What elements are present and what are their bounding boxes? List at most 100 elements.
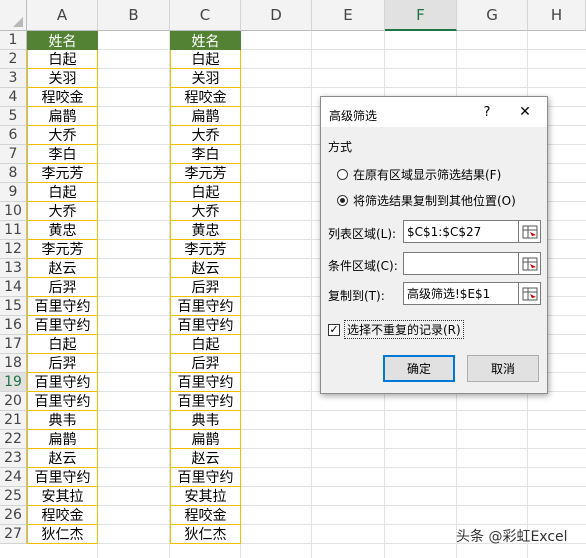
row-header[interactable]: 9 [0, 183, 27, 202]
column-c-cell[interactable]: 白起 [170, 50, 241, 69]
column-a-cell[interactable]: 关羽 [27, 69, 98, 88]
column-c-cell[interactable]: 扁鹊 [170, 107, 241, 126]
column-c-cell[interactable]: 李元芳 [170, 240, 241, 259]
column-a-cell[interactable]: 李白 [27, 145, 98, 164]
row-header[interactable]: 11 [0, 221, 27, 240]
column-c-cell[interactable]: 程咬金 [170, 88, 241, 107]
row-header[interactable]: 7 [0, 145, 27, 164]
column-a-cell[interactable]: 百里守约 [27, 468, 98, 487]
radio-copy-to[interactable] [337, 195, 348, 206]
column-c-cell[interactable]: 白起 [170, 183, 241, 202]
option-filter-in-place[interactable]: 在原有区域显示筛选结果(F) [337, 166, 501, 183]
column-a-cell[interactable]: 后羿 [27, 354, 98, 373]
column-a-cell[interactable]: 扁鹊 [27, 430, 98, 449]
column-c-cell[interactable]: 关羽 [170, 69, 241, 88]
row-header[interactable]: 5 [0, 107, 27, 126]
column-c-cell[interactable]: 百里守约 [170, 297, 241, 316]
column-a-cell[interactable]: 百里守约 [27, 373, 98, 392]
column-a-cell[interactable]: 后羿 [27, 278, 98, 297]
column-header[interactable]: F [385, 0, 457, 31]
unique-records-option[interactable]: ✓ 选择不重复的记录(R) [328, 320, 464, 339]
row-header[interactable]: 12 [0, 240, 27, 259]
column-a-cell[interactable]: 白起 [27, 183, 98, 202]
help-icon[interactable]: ? [477, 102, 497, 122]
option-copy-to-location[interactable]: 将筛选结果复制到其他位置(O) [337, 192, 516, 209]
column-a-cell[interactable]: 李元芳 [27, 240, 98, 259]
column-a-cell[interactable]: 安其拉 [27, 487, 98, 506]
column-c-header-cell[interactable]: 姓名 [170, 31, 241, 50]
select-all-corner[interactable] [0, 0, 27, 31]
row-header[interactable]: 16 [0, 316, 27, 335]
column-a-cell[interactable]: 百里守约 [27, 316, 98, 335]
column-a-cell[interactable]: 百里守约 [27, 392, 98, 411]
row-header[interactable]: 13 [0, 259, 27, 278]
column-c-cell[interactable]: 后羿 [170, 354, 241, 373]
column-c-cell[interactable]: 赵云 [170, 449, 241, 468]
column-c-cell[interactable]: 典韦 [170, 411, 241, 430]
radio-in-place[interactable] [337, 169, 348, 180]
list-range-picker-icon[interactable] [519, 220, 541, 243]
ok-button[interactable]: 确定 [383, 355, 455, 382]
column-c-cell[interactable]: 大乔 [170, 202, 241, 221]
column-a-cell[interactable]: 程咬金 [27, 88, 98, 107]
column-a-cell[interactable]: 扁鹊 [27, 107, 98, 126]
row-header[interactable]: 6 [0, 126, 27, 145]
column-c-cell[interactable]: 百里守约 [170, 373, 241, 392]
row-header[interactable]: 14 [0, 278, 27, 297]
column-a-cell[interactable]: 白起 [27, 50, 98, 69]
row-header[interactable]: 26 [0, 506, 27, 525]
column-a-cell[interactable]: 李元芳 [27, 164, 98, 183]
row-header[interactable]: 8 [0, 164, 27, 183]
row-header[interactable]: 15 [0, 297, 27, 316]
row-header[interactable]: 10 [0, 202, 27, 221]
row-header[interactable]: 17 [0, 335, 27, 354]
column-a-cell[interactable]: 白起 [27, 335, 98, 354]
column-c-cell[interactable]: 后羿 [170, 278, 241, 297]
column-c-cell[interactable]: 赵云 [170, 259, 241, 278]
column-c-cell[interactable]: 安其拉 [170, 487, 241, 506]
criteria-range-picker-icon[interactable] [519, 252, 541, 275]
row-header[interactable]: 2 [0, 50, 27, 69]
column-a-cell[interactable]: 大乔 [27, 202, 98, 221]
column-c-cell[interactable]: 程咬金 [170, 506, 241, 525]
row-header[interactable]: 21 [0, 411, 27, 430]
row-header[interactable]: 19 [0, 373, 27, 392]
column-a-cell[interactable]: 赵云 [27, 449, 98, 468]
column-c-cell[interactable]: 白起 [170, 335, 241, 354]
column-a-cell[interactable]: 典韦 [27, 411, 98, 430]
row-header[interactable]: 23 [0, 449, 27, 468]
row-header[interactable]: 24 [0, 468, 27, 487]
column-c-cell[interactable]: 百里守约 [170, 392, 241, 411]
row-header[interactable]: 27 [0, 525, 27, 544]
column-a-cell[interactable]: 狄仁杰 [27, 525, 98, 544]
column-c-cell[interactable]: 大乔 [170, 126, 241, 145]
column-c-cell[interactable]: 百里守约 [170, 316, 241, 335]
copy-to-picker-icon[interactable] [519, 282, 541, 305]
cancel-button[interactable]: 取消 [467, 355, 539, 382]
column-header[interactable]: B [98, 0, 170, 31]
column-c-cell[interactable]: 狄仁杰 [170, 525, 241, 544]
row-header[interactable]: 3 [0, 69, 27, 88]
column-a-cell[interactable]: 百里守约 [27, 297, 98, 316]
copy-to-input[interactable]: 高级筛选!$E$1 [403, 282, 519, 305]
close-icon[interactable]: ✕ [514, 102, 536, 122]
list-range-input[interactable]: $C$1:$C$27 [403, 220, 519, 243]
row-header[interactable]: 18 [0, 354, 27, 373]
criteria-range-input[interactable] [403, 252, 519, 275]
row-header[interactable]: 4 [0, 88, 27, 107]
column-c-cell[interactable]: 百里守约 [170, 468, 241, 487]
column-c-cell[interactable]: 李白 [170, 145, 241, 164]
column-header[interactable]: E [312, 0, 385, 31]
column-c-cell[interactable]: 黄忠 [170, 221, 241, 240]
column-header[interactable]: A [27, 0, 98, 31]
column-a-cell[interactable]: 黄忠 [27, 221, 98, 240]
row-header[interactable]: 25 [0, 487, 27, 506]
column-header[interactable]: D [241, 0, 312, 31]
row-header[interactable]: 22 [0, 430, 27, 449]
column-header[interactable]: C [170, 0, 241, 31]
column-header[interactable]: H [528, 0, 586, 31]
column-c-cell[interactable]: 李元芳 [170, 164, 241, 183]
column-a-cell[interactable]: 赵云 [27, 259, 98, 278]
row-header[interactable]: 20 [0, 392, 27, 411]
column-a-cell[interactable]: 程咬金 [27, 506, 98, 525]
